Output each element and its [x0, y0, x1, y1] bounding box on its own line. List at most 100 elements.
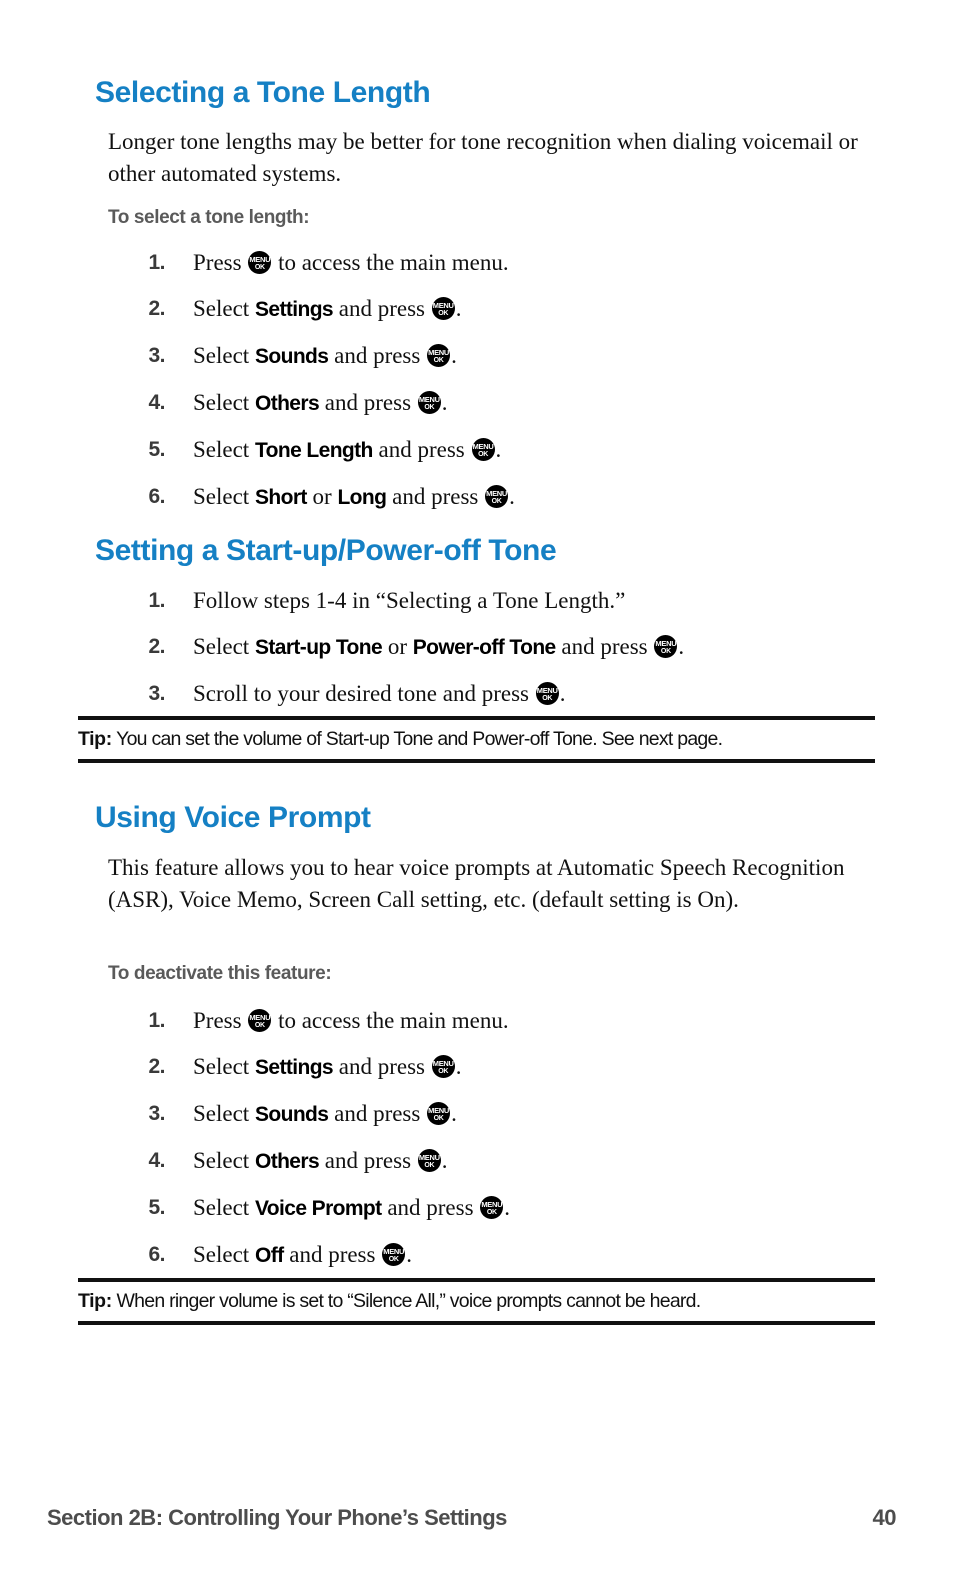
heading-setting-startup-tone: Setting a Start-up/Power-off Tone	[95, 534, 557, 567]
tip-label: Tip:	[78, 1290, 112, 1312]
step-text: Select Others and press MENU OK.	[193, 390, 448, 415]
menu-ok-key-icon: MENU OK	[431, 297, 455, 320]
menu-ok-key-icon: MENU OK	[431, 1055, 455, 1078]
step-number: 3.	[148, 682, 165, 705]
page-footer: Section 2B: Controlling Your Phone’s Set…	[47, 1505, 897, 1531]
list-item: 1. Press MENU OK to access the main menu.	[125, 248, 885, 278]
list-item: 3. Scroll to your desired tone and press…	[125, 679, 905, 709]
tip-rule-bottom	[78, 1321, 875, 1326]
menu-ok-key-icon: MENU OK	[427, 1102, 451, 1125]
menu-ok-key-icon: MENU OK	[427, 344, 451, 367]
paragraph-tone-length: Longer tone lengths may be better for to…	[108, 126, 868, 190]
ui-term: Sounds	[254, 1103, 329, 1126]
step-number: 3.	[148, 344, 165, 367]
ui-term: Long	[337, 486, 387, 509]
paragraph-voice-prompt: This feature allows you to hear voice pr…	[108, 852, 848, 916]
tip-box-voice-prompt: Tip: When ringer volume is set to “Silen…	[78, 1278, 875, 1326]
step-text: Scroll to your desired tone and press ME…	[193, 681, 566, 706]
tip-text: Tip: You can set the volume of Start-up …	[78, 728, 723, 750]
step-text: Select Start-up Tone or Power-off Tone a…	[193, 634, 685, 659]
ui-term: Sounds	[254, 345, 329, 368]
steps-voice-prompt: 1. Press MENU OK to access the main menu.…	[125, 1006, 885, 1271]
section-startup-tone: Setting a Start-up/Power-off Tone	[95, 536, 895, 566]
list-item: 4. Select Others and press MENU OK.	[125, 1146, 885, 1177]
ui-term: Voice Prompt	[254, 1197, 382, 1220]
step-number: 2.	[148, 1055, 165, 1078]
step-list-voice-prompt: 1. Press MENU OK to access the main menu.…	[125, 1006, 885, 1271]
ui-term: Tone Length	[254, 439, 373, 462]
list-item: 1. Follow steps 1-4 in “Selecting a Tone…	[125, 586, 905, 616]
ui-term: Power-off Tone	[412, 636, 556, 659]
step-number: 2.	[148, 297, 165, 320]
step-number: 2.	[148, 635, 165, 658]
lead-label-voice-prompt: To deactivate this feature:	[108, 963, 332, 984]
list-item: 3. Select Sounds and press MENU OK.	[125, 341, 885, 372]
step-text: Select Settings and press MENU OK.	[193, 296, 462, 321]
step-number: 5.	[148, 438, 165, 461]
ui-term: Short	[254, 486, 307, 509]
list-item: 4. Select Others and press MENU OK.	[125, 388, 885, 419]
step-list-tone-length: 1. Press MENU OK to access the main menu.…	[125, 248, 885, 513]
menu-ok-key-icon: MENU OK	[535, 682, 559, 705]
step-number: 4.	[148, 1149, 165, 1172]
ui-term: Others	[254, 1150, 320, 1173]
step-number: 1.	[148, 251, 165, 274]
step-text: Select Voice Prompt and press MENU OK.	[193, 1195, 511, 1220]
list-item: 6. Select Short or Long and press MENU OK…	[125, 482, 885, 513]
tone-length-description: Longer tone lengths may be better for to…	[108, 129, 858, 186]
step-text: Select Settings and press MENU OK.	[193, 1054, 462, 1079]
list-item: 1. Press MENU OK to access the main menu.	[125, 1006, 885, 1036]
tip-label: Tip:	[78, 728, 112, 750]
step-text: Select Short or Long and press MENU OK.	[193, 484, 515, 509]
list-item: 5. Select Tone Length and press MENU OK.	[125, 435, 885, 466]
tip-text: Tip: When ringer volume is set to “Silen…	[78, 1290, 701, 1312]
menu-ok-key-icon: MENU OK	[248, 1009, 272, 1032]
menu-ok-key-icon: MENU OK	[480, 1196, 504, 1219]
ui-term: Start-up Tone	[254, 636, 383, 659]
footer-page-number: 40	[872, 1505, 897, 1530]
section-voice-prompt: Using Voice Prompt	[95, 803, 895, 833]
step-text: Select Others and press MENU OK.	[193, 1148, 448, 1173]
footer-section-label: Section 2B: Controlling Your Phone’s Set…	[47, 1505, 507, 1530]
menu-ok-key-icon: MENU OK	[471, 438, 495, 461]
step-text: Select Off and press MENU OK.	[193, 1242, 412, 1267]
manual-page: Selecting a Tone Length Longer tone leng…	[0, 0, 954, 1590]
step-text: Press MENU OK to access the main menu.	[193, 1008, 509, 1033]
step-number: 1.	[148, 589, 165, 612]
step-number: 1.	[148, 1009, 165, 1032]
step-number: 3.	[148, 1102, 165, 1125]
menu-ok-key-icon: MENU OK	[417, 1149, 441, 1172]
ui-term: Off	[254, 1244, 284, 1267]
lead-label-tone-length: To select a tone length:	[108, 207, 310, 228]
step-number: 6.	[148, 1243, 165, 1266]
tip-rule-bottom	[78, 759, 875, 764]
steps-startup-tone: 1. Follow steps 1-4 in “Selecting a Tone…	[125, 586, 905, 709]
list-item: 6. Select Off and press MENU OK.	[125, 1240, 885, 1271]
voice-prompt-description: This feature allows you to hear voice pr…	[108, 855, 845, 912]
step-text: Select Sounds and press MENU OK.	[193, 1101, 457, 1126]
menu-ok-key-icon: MENU OK	[382, 1243, 406, 1266]
step-text: Select Sounds and press MENU OK.	[193, 343, 457, 368]
step-text: Select Tone Length and press MENU OK.	[193, 437, 502, 462]
step-number: 4.	[148, 391, 165, 414]
list-item: 5. Select Voice Prompt and press MENU OK.	[125, 1193, 885, 1224]
steps-tone-length: 1. Press MENU OK to access the main menu.…	[125, 248, 885, 513]
menu-ok-key-icon: MENU OK	[654, 635, 678, 658]
step-number: 5.	[148, 1196, 165, 1219]
ui-term: Others	[254, 392, 320, 415]
menu-ok-key-icon: MENU OK	[417, 391, 441, 414]
step-text: Follow steps 1-4 in “Selecting a Tone Le…	[193, 588, 626, 613]
step-list-startup-tone: 1. Follow steps 1-4 in “Selecting a Tone…	[125, 586, 905, 709]
menu-ok-key-icon: MENU OK	[485, 485, 509, 508]
step-number: 6.	[148, 485, 165, 508]
heading-selecting-tone-length: Selecting a Tone Length	[95, 76, 431, 109]
menu-ok-key-icon: MENU OK	[248, 251, 272, 274]
list-item: 2. Select Settings and press MENU OK.	[125, 1052, 885, 1083]
ui-term: Settings	[254, 298, 334, 321]
tip-box-startup-tone: Tip: You can set the volume of Start-up …	[78, 716, 875, 764]
heading-using-voice-prompt: Using Voice Prompt	[95, 801, 371, 834]
section-tone-length: Selecting a Tone Length	[95, 78, 895, 108]
list-item: 2. Select Settings and press MENU OK.	[125, 294, 885, 325]
list-item: 2. Select Start-up Tone or Power-off Ton…	[125, 632, 905, 663]
ui-term: Settings	[254, 1056, 334, 1079]
